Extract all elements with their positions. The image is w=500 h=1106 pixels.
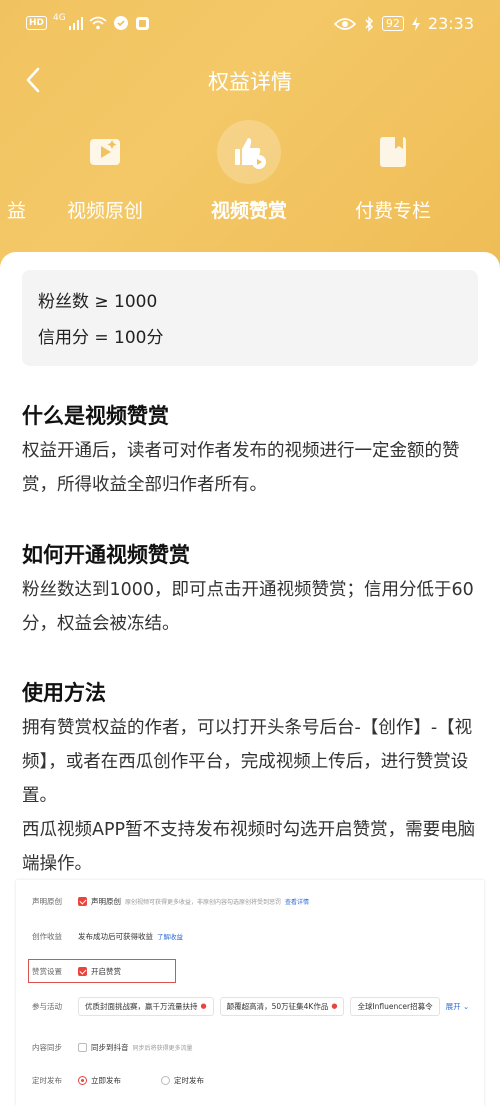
video-original-icon bbox=[73, 120, 137, 184]
scheduled-publish-radio[interactable] bbox=[161, 1075, 170, 1085]
fire-icon: ● bbox=[331, 1002, 338, 1010]
requirement-credit: 信用分 = 100分 bbox=[38, 328, 164, 348]
setting-row-activities: 参与活动 优质封面挑战赛，赢千万流量扶持 ● 颠覆超高清，50万征集4K作品 ● 全… bbox=[16, 996, 484, 1016]
hint-text: 原创视频可获得更多收益，非原创内容勾选原创将受到惩罚 bbox=[125, 898, 282, 906]
nav-bar: 权益详情 bbox=[0, 55, 500, 105]
section-body: 粉丝数达到1000，即可点击开通视频赞赏；信用分低于60分，权益会被冻结。 bbox=[22, 580, 474, 634]
setting-row-sync: 内容同步 同步到抖音 同步后将获得更多流量 bbox=[16, 1037, 484, 1057]
checkbox-label: 开启赞赏 bbox=[91, 966, 121, 976]
requirements-box: 粉丝数 ≥ 1000 信用分 = 100分 bbox=[22, 270, 478, 366]
checkbox-label: 同步到抖音 bbox=[91, 1042, 129, 1052]
expand-link[interactable]: 展开 ⌄ bbox=[446, 1001, 470, 1012]
fire-icon: ● bbox=[200, 1002, 207, 1010]
setting-row-earnings: 创作收益 发布成功后可获得收益 了解收益 bbox=[16, 926, 484, 946]
wifi-icon bbox=[89, 16, 107, 30]
section-title: 什么是视频赞赏 bbox=[22, 404, 169, 428]
app-notification-icon bbox=[114, 16, 129, 30]
thumbs-up-play-icon bbox=[217, 120, 281, 184]
sync-checkbox[interactable] bbox=[78, 1042, 87, 1052]
setting-label: 声明原创 bbox=[32, 896, 62, 906]
section-body: 权益开通后，读者可对作者发布的视频进行一定金额的赞赏，所得收益全部归作者所有。 bbox=[22, 441, 460, 495]
tab-label: 益 bbox=[6, 200, 26, 222]
setting-label: 参与活动 bbox=[32, 1001, 62, 1011]
radio-label: 立即发布 bbox=[91, 1075, 121, 1085]
charging-icon bbox=[411, 16, 420, 31]
eye-icon bbox=[333, 17, 356, 30]
setting-row-original: 声明原创 声明原创 原创视频可获得更多收益，非原创内容勾选原创将受到惩罚 查看详… bbox=[16, 891, 484, 911]
setting-row-reward: 赞赏设置 开启赞赏 bbox=[16, 961, 484, 981]
page-title: 权益详情 bbox=[208, 70, 292, 94]
earnings-link[interactable]: 了解收益 bbox=[157, 931, 183, 941]
hd-badge: HD bbox=[26, 16, 48, 30]
tab-label: 视频原创 bbox=[66, 200, 143, 222]
network-label: 4G bbox=[53, 13, 66, 23]
reward-checkbox[interactable] bbox=[78, 966, 87, 976]
section-title: 如何开通视频赞赏 bbox=[22, 543, 190, 567]
earnings-text: 发布成功后可获得收益 bbox=[78, 931, 153, 941]
section-body: 拥有赞赏权益的作者，可以打开头条号后台-【创作】-【视频】，或者在西瓜创作平台，… bbox=[22, 718, 473, 806]
radio-label: 定时发布 bbox=[174, 1075, 204, 1085]
bookmark-icon bbox=[361, 120, 425, 184]
publish-settings-screenshot: 声明原创 声明原创 原创视频可获得更多收益，非原创内容勾选原创将受到惩罚 查看详… bbox=[16, 880, 484, 1106]
requirement-fans: 粉丝数 ≥ 1000 bbox=[38, 292, 158, 312]
tab-label: 视频赞赏 bbox=[210, 200, 287, 222]
setting-row-schedule: 定时发布 立即发布 定时发布 bbox=[16, 1070, 484, 1090]
battery-indicator: 92 bbox=[381, 16, 404, 31]
status-bar: HD 4G 92 23:33 bbox=[0, 0, 500, 50]
details-link[interactable]: 查看详情 bbox=[285, 897, 309, 906]
checkbox-label: 声明原创 bbox=[91, 896, 121, 906]
content-card: 粉丝数 ≥ 1000 信用分 = 100分 什么是视频赞赏 权益开通后，读者可对… bbox=[0, 252, 500, 1106]
activity-chip[interactable]: 全球Influencer招募令 bbox=[350, 996, 440, 1016]
original-checkbox[interactable] bbox=[78, 896, 87, 906]
chip-label: 颠覆超高清，50万征集4K作品 bbox=[226, 1001, 329, 1011]
section-title: 使用方法 bbox=[22, 681, 106, 705]
bluetooth-icon bbox=[365, 15, 373, 32]
chip-label: 全球Influencer招募令 bbox=[357, 1001, 433, 1011]
publish-now-radio[interactable] bbox=[78, 1075, 87, 1085]
activity-chip[interactable]: 颠覆超高清，50万征集4K作品 ● bbox=[219, 996, 345, 1016]
signal-icon bbox=[68, 16, 84, 30]
app-icon bbox=[136, 16, 150, 30]
setting-label: 赞赏设置 bbox=[32, 966, 62, 976]
expand-label: 展开 bbox=[445, 1001, 461, 1011]
clock: 23:33 bbox=[427, 14, 474, 33]
setting-label: 内容同步 bbox=[32, 1042, 62, 1052]
chip-label: 优质封面挑战赛，赢千万流量扶持 bbox=[85, 1001, 198, 1011]
setting-label: 定时发布 bbox=[32, 1075, 62, 1085]
section-body-note: 西瓜视频APP暂不支持发布视频时勾选开启赞赏，需要电脑端操作。 bbox=[22, 820, 476, 874]
tab-label: 付费专栏 bbox=[354, 200, 431, 222]
setting-label: 创作收益 bbox=[32, 931, 62, 941]
activity-chip[interactable]: 优质封面挑战赛，赢千万流量扶持 ● bbox=[78, 996, 214, 1016]
hint-text: 同步后将获得更多流量 bbox=[132, 1044, 193, 1052]
